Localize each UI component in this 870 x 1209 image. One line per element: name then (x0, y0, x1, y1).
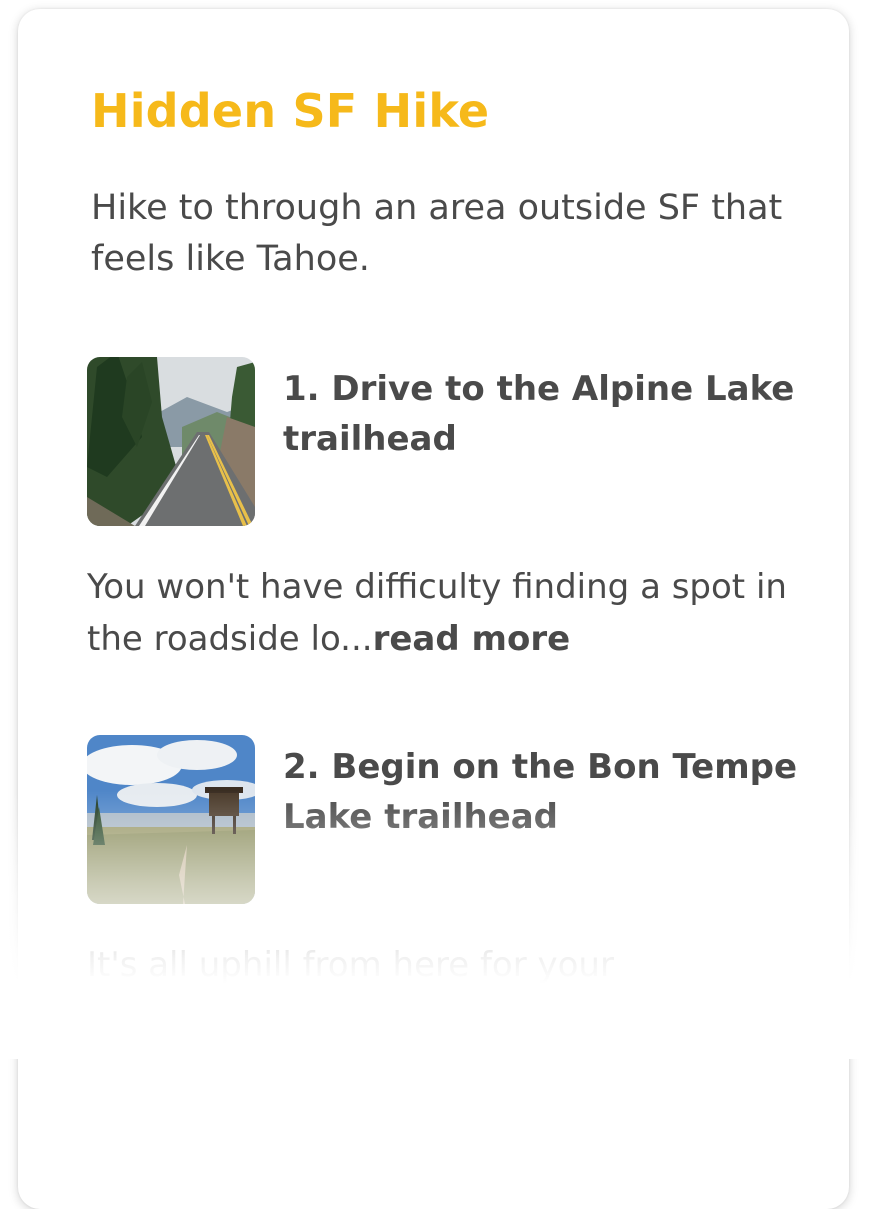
step-2-title: 2. Begin on the Bon Tempe Lake trailhead (283, 747, 798, 837)
guide-description: Hike to through an area outside SF that … (91, 188, 783, 279)
step-1-thumbnail[interactable] (87, 357, 255, 526)
lookout-tower-meadow-photo (87, 735, 255, 904)
step-1-description: You won't have difficulty finding a spot… (87, 561, 837, 665)
guide-title: Hidden SF Hike (91, 84, 490, 138)
step-1-title: 1. Drive to the Alpine Lake trailhead (283, 369, 795, 459)
step-2-thumbnail[interactable] (87, 735, 255, 904)
read-more-link[interactable]: read more (373, 619, 571, 659)
step-2-description: It's all uphill from here for your (87, 945, 614, 985)
mountain-road-photo (87, 357, 255, 526)
hike-guide-card: Hidden SF Hike Hike to through an area o… (18, 9, 849, 1209)
